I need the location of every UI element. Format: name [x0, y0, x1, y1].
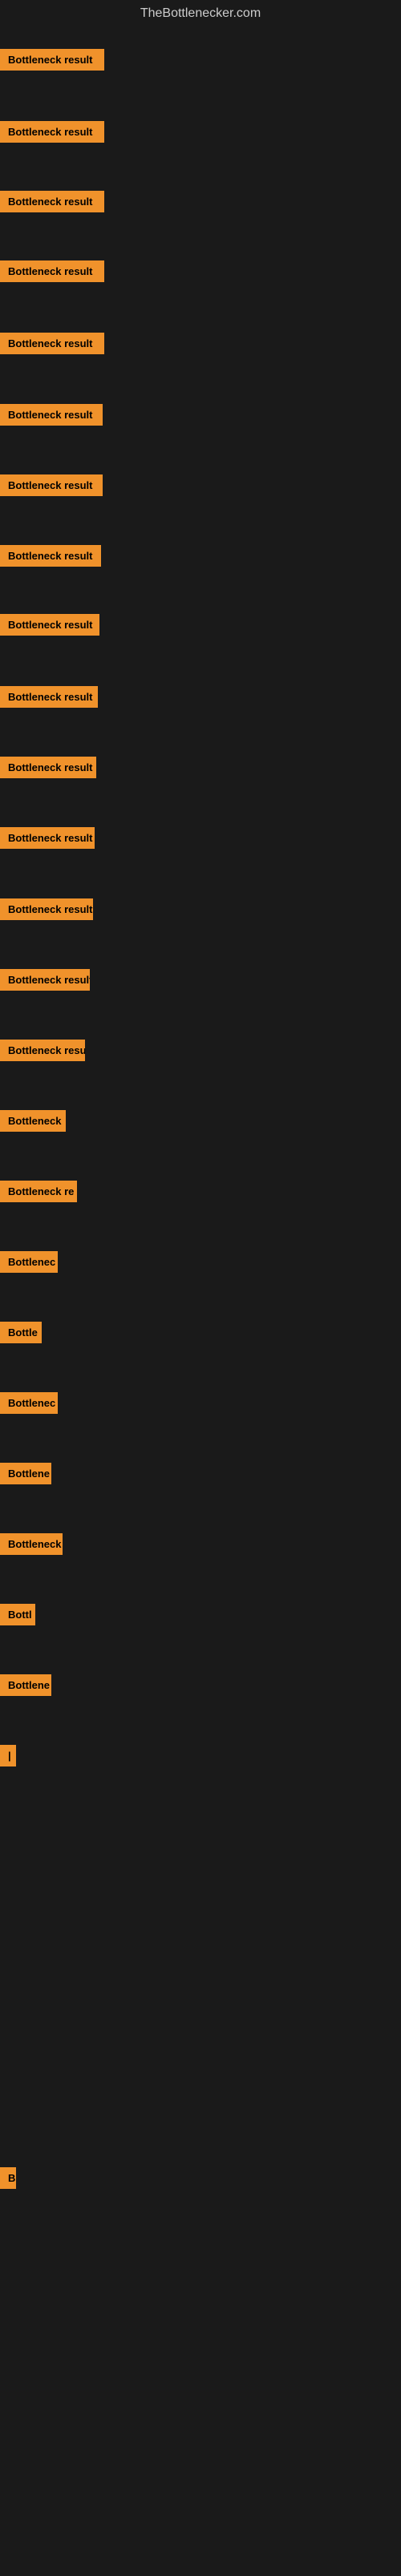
bar-row-17: Bottleneck re [0, 1181, 401, 1206]
bar-row-9: Bottleneck result [0, 614, 401, 640]
bar-row-15: Bottleneck resu [0, 1040, 401, 1065]
bottleneck-bar-23[interactable]: Bottl [0, 1604, 35, 1625]
bottleneck-bar-19[interactable]: Bottle [0, 1322, 42, 1343]
bar-row-6: Bottleneck result [0, 404, 401, 430]
bottleneck-bar-22[interactable]: Bottleneck [0, 1533, 63, 1555]
bar-row-3: Bottleneck result [0, 191, 401, 216]
bottleneck-bar-14[interactable]: Bottleneck result [0, 969, 90, 991]
bar-row-8: Bottleneck result [0, 545, 401, 571]
bottleneck-bar-2[interactable]: Bottleneck result [0, 121, 104, 143]
bottleneck-bar-12[interactable]: Bottleneck result [0, 827, 95, 849]
bar-row-29: B [0, 2167, 401, 2193]
bottleneck-bar-20[interactable]: Bottlenec [0, 1392, 58, 1414]
bar-row-16: Bottleneck [0, 1110, 401, 1136]
bar-row-23: Bottl [0, 1604, 401, 1629]
bar-row-10: Bottleneck result [0, 686, 401, 712]
bottleneck-bar-24[interactable]: Bottlene [0, 1674, 51, 1696]
bottleneck-bar-13[interactable]: Bottleneck result [0, 898, 93, 920]
bottleneck-bar-5[interactable]: Bottleneck result [0, 333, 104, 354]
bar-row-20: Bottlenec [0, 1392, 401, 1418]
bottleneck-bar-4[interactable]: Bottleneck result [0, 260, 104, 282]
bottleneck-bar-7[interactable]: Bottleneck result [0, 474, 103, 496]
site-title: TheBottlenecker.com [0, 0, 401, 27]
bar-row-14: Bottleneck result [0, 969, 401, 995]
bar-row-22: Bottleneck [0, 1533, 401, 1559]
bottleneck-bar-3[interactable]: Bottleneck result [0, 191, 104, 212]
bottleneck-bar-9[interactable]: Bottleneck result [0, 614, 99, 636]
bottleneck-bar-15[interactable]: Bottleneck resu [0, 1040, 85, 1061]
bar-row-19: Bottle [0, 1322, 401, 1347]
bar-row-1: Bottleneck result [0, 49, 401, 75]
bar-row-24: Bottlene [0, 1674, 401, 1700]
bottleneck-bar-11[interactable]: Bottleneck result [0, 757, 96, 778]
bottleneck-bar-29[interactable]: B [0, 2167, 16, 2189]
bar-row-2: Bottleneck result [0, 121, 401, 147]
bottleneck-bar-6[interactable]: Bottleneck result [0, 404, 103, 426]
bars-container: Bottleneck result Bottleneck result Bottle… [0, 27, 401, 2576]
bar-row-13: Bottleneck result [0, 898, 401, 924]
bottleneck-bar-21[interactable]: Bottlene [0, 1463, 51, 1484]
bottleneck-bar-10[interactable]: Bottleneck result [0, 686, 98, 708]
bottleneck-bar-8[interactable]: Bottleneck result [0, 545, 101, 567]
bar-row-11: Bottleneck result [0, 757, 401, 782]
bottleneck-bar-25[interactable]: | [0, 1745, 16, 1766]
bar-row-4: Bottleneck result [0, 260, 401, 286]
bar-row-21: Bottlene [0, 1463, 401, 1488]
bottleneck-bar-18[interactable]: Bottlenec [0, 1251, 58, 1273]
bar-row-12: Bottleneck result [0, 827, 401, 853]
bar-row-18: Bottlenec [0, 1251, 401, 1277]
bottleneck-bar-1[interactable]: Bottleneck result [0, 49, 104, 71]
bar-row-7: Bottleneck result [0, 474, 401, 500]
bottleneck-bar-16[interactable]: Bottleneck [0, 1110, 66, 1132]
site-title-wrapper: TheBottlenecker.com [0, 0, 401, 27]
bar-row-5: Bottleneck result [0, 333, 401, 358]
bar-row-25: | [0, 1745, 401, 1770]
bottleneck-bar-17[interactable]: Bottleneck re [0, 1181, 77, 1202]
